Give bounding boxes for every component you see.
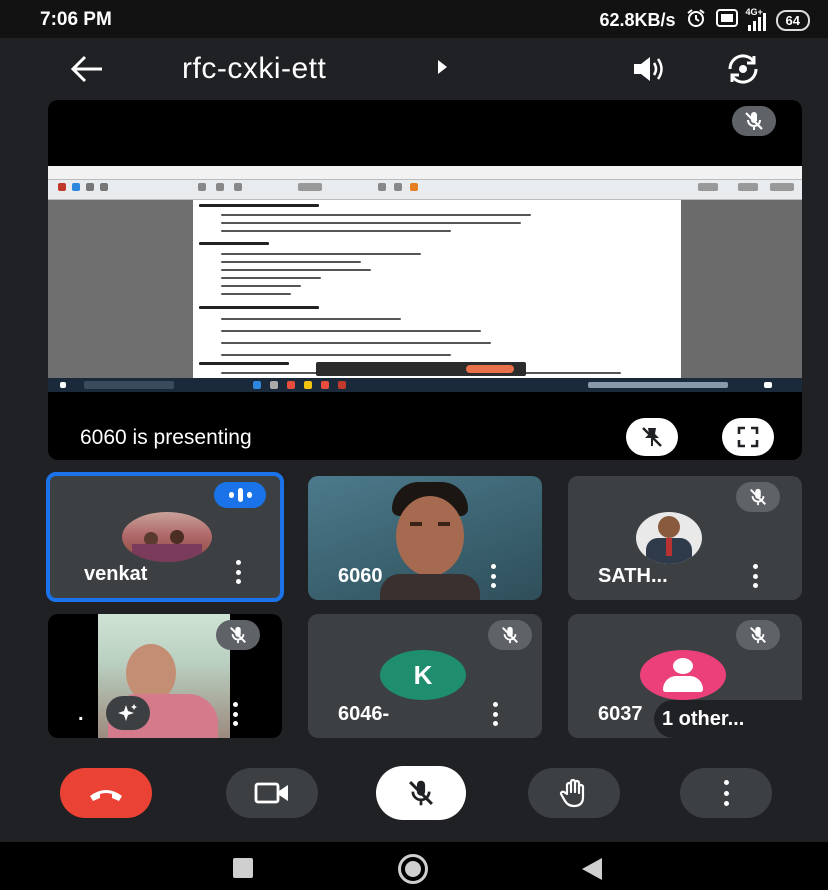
participant-tile-6060[interactable]: 6060	[308, 476, 542, 600]
participant-name: 6037	[598, 703, 643, 725]
person-avatar-icon	[640, 650, 726, 700]
meet-screen: 7:06 PM 62.8KB/s 4G+ 64 rfc-cxki-ett 606…	[0, 0, 828, 890]
battery-icon: 64	[775, 10, 810, 31]
fullscreen-icon[interactable]	[722, 418, 774, 456]
volte-icon	[715, 9, 738, 32]
presentation-area[interactable]: 6060 is presenting	[48, 100, 802, 460]
participant-tile-dot[interactable]: .	[48, 614, 282, 738]
participant-name: venkat	[84, 563, 148, 585]
status-time: 7:06 PM	[40, 9, 112, 30]
status-bar: 7:06 PM 62.8KB/s 4G+ 64	[0, 0, 828, 38]
switch-camera-icon[interactable]	[724, 52, 762, 91]
participant-tile-sath[interactable]: SATH...	[568, 476, 802, 600]
avatar-initial: K	[380, 650, 466, 700]
more-vert-icon[interactable]	[752, 564, 758, 588]
back-nav-icon[interactable]	[582, 858, 602, 880]
avatar	[122, 512, 212, 562]
effects-sparkle-icon[interactable]	[106, 696, 150, 730]
speaking-indicator-icon	[214, 482, 266, 508]
participant-name: 6060	[338, 565, 383, 587]
back-arrow-icon[interactable]	[70, 54, 104, 89]
more-vert-icon[interactable]	[492, 702, 498, 726]
avatar	[636, 512, 702, 564]
avatar-letter: K	[413, 659, 433, 690]
document-right-pane	[681, 200, 802, 378]
others-chip[interactable]: 1 other...	[654, 700, 802, 738]
mic-off-icon	[488, 620, 532, 650]
mic-off-icon	[732, 106, 776, 136]
end-call-button[interactable]	[60, 768, 152, 818]
more-vert-icon[interactable]	[232, 702, 238, 726]
participant-tile-6046[interactable]: K 6046-	[308, 614, 542, 738]
document-page	[193, 200, 681, 378]
windows-taskbar	[48, 378, 802, 392]
status-right: 62.8KB/s 4G+ 64	[599, 7, 810, 33]
signal-icon: 4G+	[746, 7, 766, 31]
android-nav-bar	[0, 842, 828, 890]
more-vert-icon[interactable]	[235, 560, 241, 584]
participant-name: .	[78, 703, 84, 725]
meeting-header: rfc-cxki-ett	[0, 38, 828, 100]
more-vert-icon[interactable]	[490, 564, 496, 588]
network-type: 4G+	[745, 6, 763, 17]
more-options-button[interactable]	[680, 768, 772, 818]
unpin-icon[interactable]	[626, 418, 678, 456]
more-vert-icon	[723, 780, 729, 806]
caret-right-icon[interactable]	[438, 60, 447, 74]
mic-off-icon	[736, 482, 780, 512]
camera-button[interactable]	[226, 768, 318, 818]
speaker-icon[interactable]	[630, 54, 666, 89]
notification-popup	[316, 362, 526, 376]
participant-name: SATH...	[598, 565, 668, 587]
mic-off-icon	[216, 620, 260, 650]
home-icon[interactable]	[398, 854, 428, 884]
participant-tile-venkat[interactable]: venkat	[46, 472, 284, 602]
others-label: 1 other...	[662, 707, 745, 730]
mic-toggle-button[interactable]	[376, 766, 466, 820]
recents-icon[interactable]	[233, 858, 253, 878]
mic-off-icon	[736, 620, 780, 650]
document-thumbnail-pane	[48, 200, 193, 378]
meeting-code[interactable]: rfc-cxki-ett	[182, 52, 326, 86]
presenting-label: 6060 is presenting	[80, 426, 252, 449]
document-toolbar	[48, 180, 802, 200]
raise-hand-button[interactable]	[528, 768, 620, 818]
data-rate: 62.8KB/s	[599, 10, 676, 30]
shared-screen	[48, 166, 802, 392]
participant-video	[380, 482, 480, 600]
participant-name: 6046-	[338, 703, 390, 725]
document-menubar	[48, 166, 802, 180]
participant-tile-6037[interactable]: 6037 1 other...	[568, 614, 802, 738]
alarm-icon	[686, 8, 706, 33]
